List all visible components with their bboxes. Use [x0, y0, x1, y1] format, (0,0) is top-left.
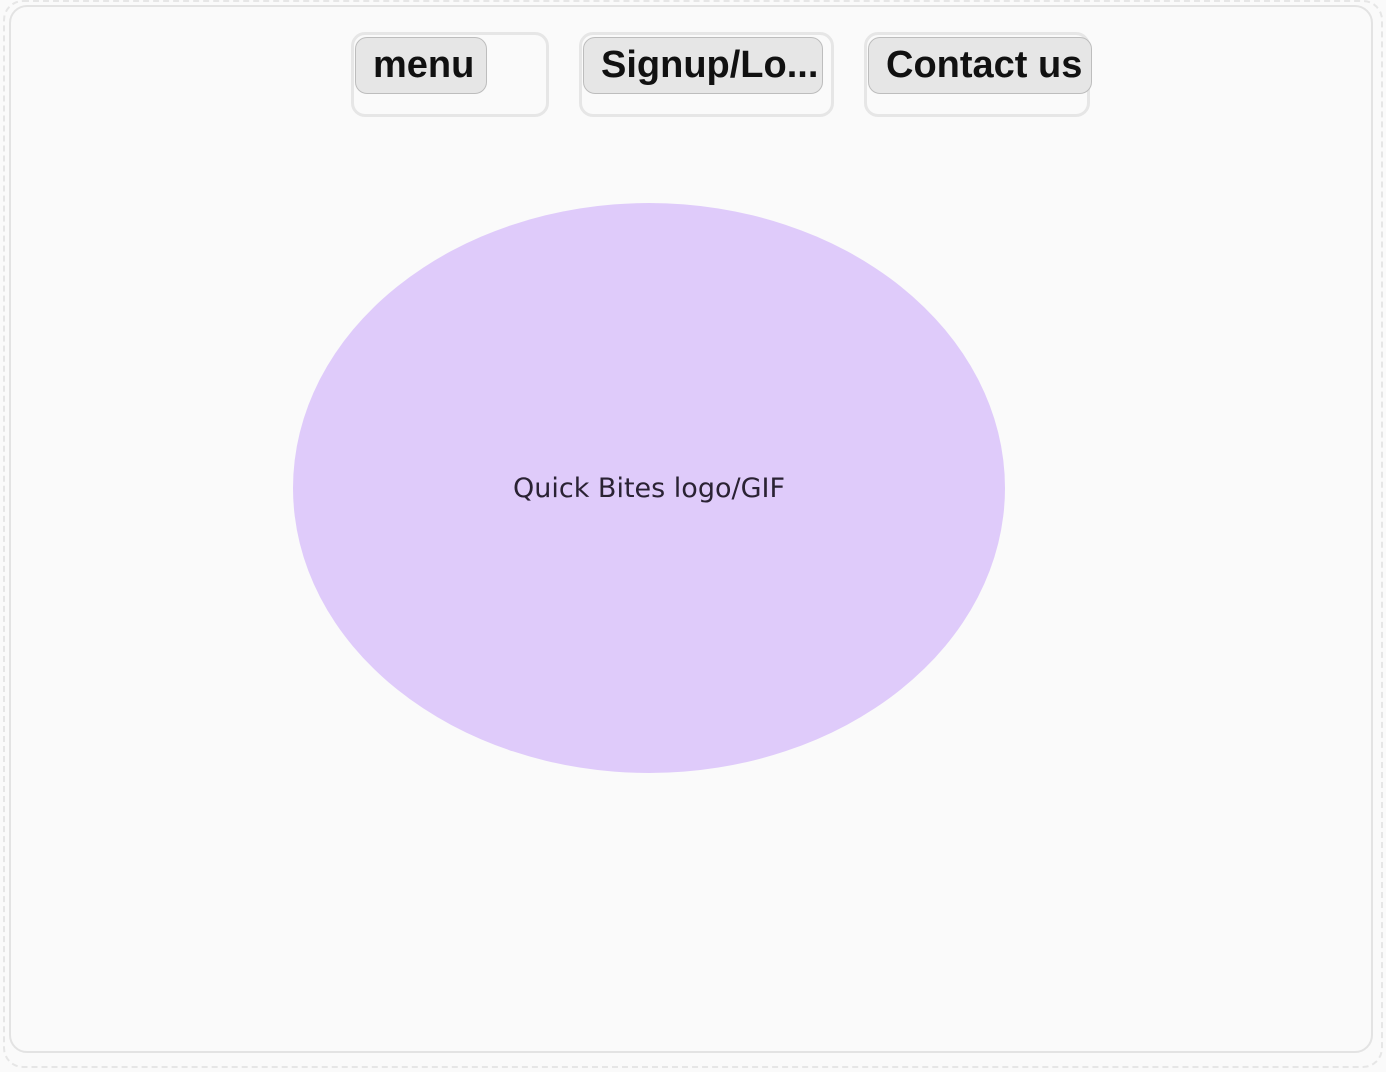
logo-placeholder: Quick Bites logo/GIF: [293, 203, 1005, 773]
logo-placeholder-label: Quick Bites logo/GIF: [513, 472, 785, 504]
menu-button[interactable]: menu: [355, 37, 487, 94]
signup-login-button[interactable]: Signup/Lo...: [583, 37, 823, 94]
contact-us-button[interactable]: Contact us: [868, 37, 1092, 94]
